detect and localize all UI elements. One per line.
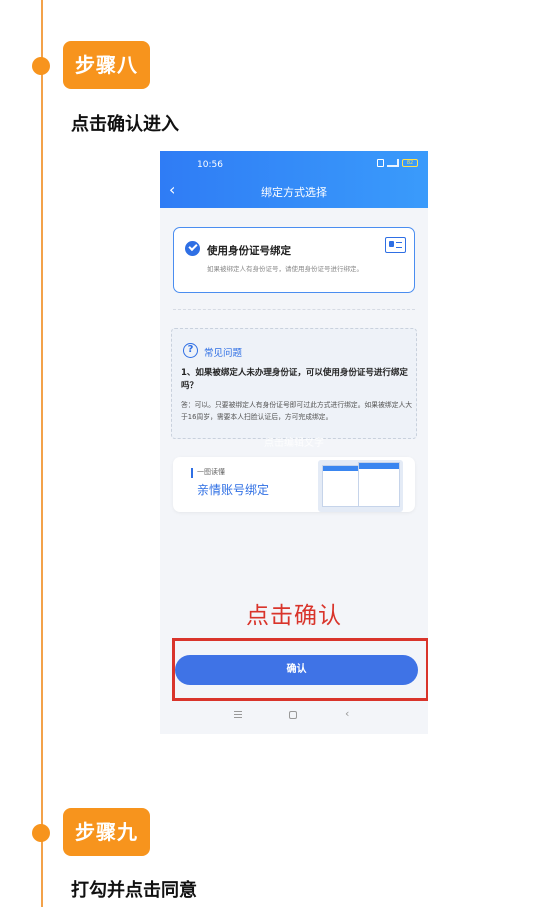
click-confirm-callout: 点击确认 [246, 603, 342, 629]
battery-icon: 82 [402, 159, 418, 167]
sim-icon [377, 159, 384, 167]
id-bind-option[interactable]: 使用身份证号绑定 如果被绑定人有身份证号，请使用身份证号进行绑定。 [173, 227, 415, 293]
bind-option-subtitle: 如果被绑定人有身份证号，请使用身份证号进行绑定。 [207, 265, 363, 273]
signal-icon [387, 159, 399, 167]
question-icon: ? [183, 343, 198, 358]
step-badge: 步骤八 [63, 41, 150, 89]
status-time: 10:56 [197, 160, 223, 170]
step-badge: 步骤九 [63, 808, 150, 856]
step-dot [32, 57, 50, 75]
faq-question: 1、如果被绑定人未办理身份证，可以使用身份证号进行绑定吗？ [181, 368, 408, 391]
system-navbar: ‹ [160, 708, 428, 726]
step-description: 打勾并点击同意 [71, 880, 197, 901]
promo-accent-bar [191, 468, 193, 478]
divider [173, 309, 415, 310]
confirm-button[interactable]: 确认 [175, 655, 418, 685]
faq-box: ? 常见问题 1、如果被绑定人未办理身份证，可以使用身份证号进行绑定吗？ 答：可… [171, 328, 417, 439]
phone-screenshot: 10:56 82 ‹ 绑定方式选择 使用身份证号绑定 如果被绑定人有身份证号，请… [160, 151, 428, 734]
back-icon[interactable]: ‹ [345, 708, 349, 720]
menu-icon[interactable] [234, 711, 242, 718]
phone-header: 10:56 82 ‹ 绑定方式选择 [160, 151, 428, 208]
timeline-line [41, 0, 43, 907]
faq-title: 常见问题 [204, 348, 243, 359]
home-icon[interactable] [289, 711, 297, 719]
step-description: 点击确认进入 [71, 114, 179, 135]
promo-tag: 一图读懂 [197, 468, 225, 476]
check-circle-icon [185, 241, 200, 256]
page-title: 绑定方式选择 [261, 186, 327, 199]
step-dot [32, 824, 50, 842]
id-card-icon [385, 237, 406, 253]
promo-illustration [318, 460, 403, 512]
faq-answer: 答：可以。只要被绑定人有身份证号即可过此方式进行绑定。如果被绑定人大于16周岁，… [181, 401, 413, 421]
status-icons: 82 [377, 159, 418, 167]
edit-text-hint: 点击编辑文字 [264, 438, 324, 449]
bind-option-title: 使用身份证号绑定 [207, 245, 291, 257]
promo-card[interactable]: 一图读懂 亲情账号绑定 [173, 457, 415, 512]
promo-title: 亲情账号绑定 [197, 483, 270, 497]
